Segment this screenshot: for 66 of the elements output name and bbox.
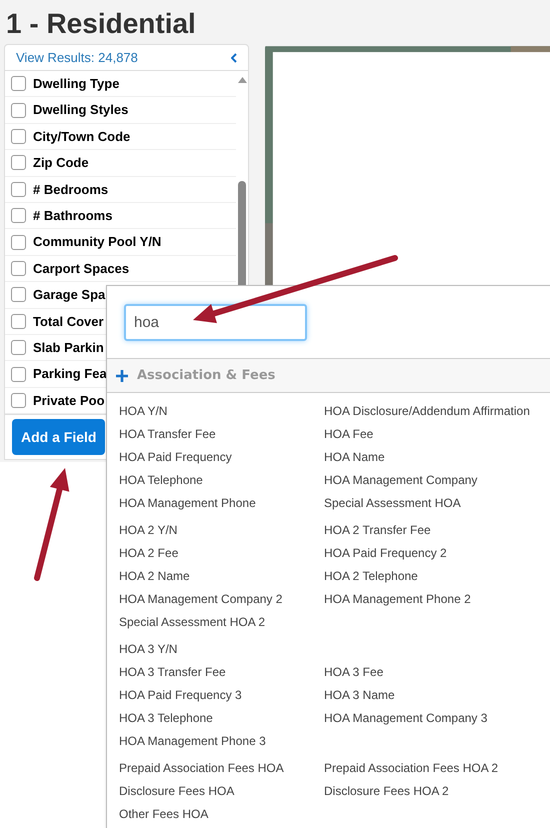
field-option[interactable]: HOA 2 Transfer Fee — [324, 520, 431, 538]
field-option[interactable]: HOA 3 Y/N — [119, 640, 324, 658]
field-option[interactable]: HOA 3 Name — [324, 686, 395, 704]
plus-icon[interactable] — [115, 368, 129, 382]
field-option[interactable]: HOA Disclosure/Addendum Affirmation — [324, 402, 530, 420]
field-option[interactable]: HOA 3 Telephone — [119, 708, 324, 726]
scroll-up-icon[interactable] — [238, 77, 247, 84]
checkbox[interactable] — [11, 102, 26, 118]
field-label: # Bedrooms — [33, 180, 108, 199]
field-option[interactable]: Other Fees HOA — [119, 804, 324, 822]
field-option[interactable]: HOA 2 Fee — [119, 544, 324, 562]
field-option[interactable]: Prepaid Association Fees HOA 2 — [324, 758, 498, 776]
field-option[interactable]: HOA Management Phone 3 — [119, 732, 324, 750]
field-option[interactable]: HOA Management Company — [324, 470, 478, 488]
field-label: Zip Code — [33, 154, 89, 172]
field-label: Community Pool Y/N — [33, 233, 162, 252]
add-field-button[interactable]: Add a Field — [12, 419, 106, 456]
field-label: Private Poo — [33, 392, 105, 410]
checkbox[interactable] — [11, 287, 26, 302]
view-results-link[interactable]: View Results: 24,878 — [16, 48, 138, 68]
checkbox[interactable] — [11, 260, 26, 276]
checkbox[interactable] — [11, 392, 26, 408]
field-option[interactable]: HOA Management Phone 2 — [324, 590, 471, 608]
field-option[interactable]: HOA Fee — [324, 424, 374, 442]
checkbox[interactable] — [11, 208, 26, 224]
field-label: Dwelling Type — [33, 75, 120, 93]
field-option[interactable]: HOA Paid Frequency 3 — [119, 686, 324, 704]
checkbox[interactable] — [11, 155, 26, 170]
field-option[interactable]: Special Assessment HOA — [324, 494, 461, 512]
field-label: Garage Spa — [33, 286, 106, 304]
checkbox[interactable] — [11, 182, 26, 197]
field-option[interactable]: HOA 2 Y/N — [119, 520, 324, 538]
checkbox[interactable] — [11, 314, 26, 329]
checkbox[interactable] — [11, 340, 26, 356]
field-option[interactable]: HOA Management Company 3 — [324, 708, 488, 726]
field-option[interactable]: HOA Telephone — [119, 470, 324, 488]
field-label: Slab Parkin — [33, 338, 104, 357]
field-option[interactable]: Special Assessment HOA 2 — [119, 612, 324, 630]
field-label: # Bathrooms — [33, 206, 112, 225]
field-option[interactable]: Prepaid Association Fees HOA — [119, 758, 324, 776]
field-option[interactable]: HOA Management Phone — [119, 494, 324, 512]
checkbox[interactable] — [11, 366, 26, 382]
field-option[interactable]: Disclosure Fees HOA — [119, 782, 324, 800]
field-option[interactable]: HOA 2 Telephone — [324, 566, 418, 584]
field-label: Dwelling Styles — [33, 101, 128, 120]
page-title: 1 - Residential — [6, 7, 197, 41]
checkbox[interactable] — [11, 234, 26, 250]
checkbox[interactable] — [11, 76, 26, 92]
field-label: Parking Fea — [33, 365, 107, 384]
field-option[interactable]: HOA Y/N — [119, 402, 324, 420]
field-option[interactable]: HOA 2 Name — [119, 566, 324, 584]
checkbox[interactable] — [11, 129, 26, 144]
field-option[interactable]: HOA Paid Frequency 2 — [324, 544, 447, 562]
field-option[interactable]: Disclosure Fees HOA 2 — [324, 782, 449, 800]
search-field[interactable]: hoa — [124, 304, 307, 341]
field-option[interactable]: HOA 3 Transfer Fee — [119, 662, 324, 680]
chevron-left-icon[interactable] — [230, 52, 237, 63]
field-option[interactable]: HOA Paid Frequency — [119, 448, 324, 466]
field-label: Carport Spaces — [33, 260, 130, 278]
field-option[interactable]: HOA Transfer Fee — [119, 424, 324, 442]
field-label: Total Cover — [33, 312, 104, 331]
category-label: Association & Fees — [137, 366, 276, 385]
field-option[interactable]: HOA Name — [324, 448, 385, 466]
field-option[interactable]: HOA 3 Fee — [324, 662, 384, 680]
field-option[interactable]: HOA Management Company 2 — [119, 590, 324, 608]
field-label: City/Town Code — [33, 128, 130, 146]
